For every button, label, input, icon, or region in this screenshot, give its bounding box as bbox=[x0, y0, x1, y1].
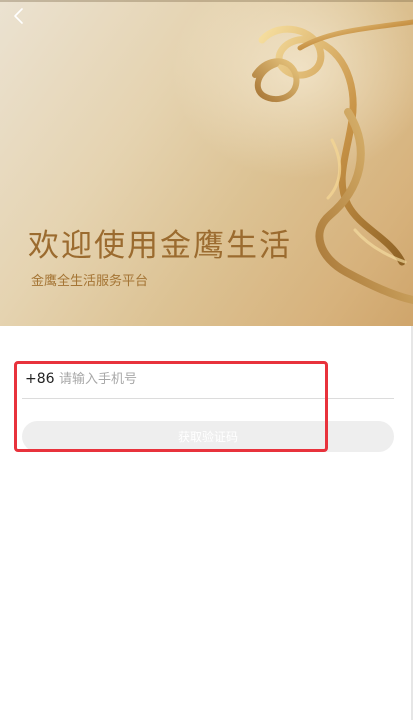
welcome-title: 欢迎使用金鹰生活 bbox=[28, 228, 292, 264]
chevron-left-icon bbox=[14, 8, 23, 24]
welcome-subtitle: 金鹰全生活服务平台 bbox=[31, 274, 149, 289]
status-divider bbox=[0, 0, 413, 2]
back-button[interactable] bbox=[10, 6, 28, 26]
phone-number-row: +86 bbox=[22, 362, 394, 399]
welcome-banner: 欢迎使用金鹰生活 金鹰全生活服务平台 bbox=[0, 0, 413, 326]
phone-number-input[interactable] bbox=[59, 366, 379, 392]
get-verification-code-button[interactable]: 获取验证码 bbox=[22, 421, 394, 452]
country-code[interactable]: +86 bbox=[25, 371, 55, 387]
